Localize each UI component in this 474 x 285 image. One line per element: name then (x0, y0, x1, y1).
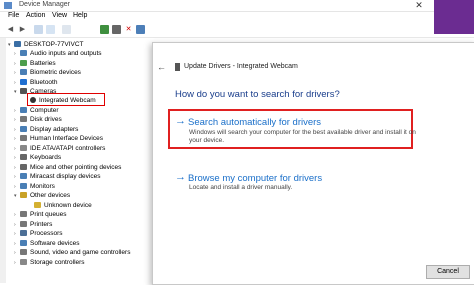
tree-item-label: IDE ATA/ATAPI controllers (30, 145, 106, 152)
tree-item-label: Printers (30, 221, 53, 228)
tree-item-label: Audio inputs and outputs (30, 50, 102, 57)
device-icon (175, 63, 180, 71)
dialog-title: Update Drivers - Integrated Webcam (184, 63, 298, 70)
hid-icon (20, 135, 27, 141)
tree-item-audio[interactable]: › Audio inputs and outputs (14, 49, 102, 59)
software-device-icon (20, 240, 27, 246)
menu-help[interactable]: Help (73, 12, 87, 19)
device-tree: ▾ DESKTOP-77VIVCT › Audio inputs and outpu… (0, 38, 160, 283)
print-queue-icon (20, 211, 27, 217)
miracast-icon (20, 173, 27, 179)
tree-item-label: Storage controllers (30, 259, 85, 266)
display-adapter-icon (20, 126, 27, 132)
back-arrow-icon[interactable]: ← (157, 62, 166, 72)
tree-item-keyboards[interactable]: › Keyboards (14, 153, 61, 163)
computer-icon (14, 41, 21, 47)
other-devices-icon (20, 192, 27, 198)
disk-icon (20, 116, 27, 122)
tree-item-label: Display adapters (30, 126, 79, 133)
warning-icon (34, 202, 41, 208)
window-title: Device Manager (19, 1, 70, 8)
tree-item-miracast[interactable]: › Miracast display devices (14, 172, 100, 182)
battery-icon (20, 60, 27, 66)
menu-file[interactable]: File (8, 12, 19, 19)
properties-icon[interactable] (34, 25, 43, 34)
tree-item-sound[interactable]: › Sound, video and game controllers (14, 248, 130, 258)
tree-item-label: Processors (30, 230, 63, 237)
camera-icon (20, 88, 27, 94)
tree-item-label: Keyboards (30, 154, 62, 161)
window-titlebar: Device Manager ✕ (0, 0, 474, 12)
tree-item-hid[interactable]: › Human Interface Devices (14, 134, 103, 144)
tree-root-label: DESKTOP-77VIVCT (24, 41, 84, 48)
menu-action[interactable]: Action (26, 12, 45, 19)
forward-icon[interactable]: ▶ (18, 25, 27, 34)
storage-icon (20, 259, 27, 265)
mouse-icon (20, 164, 27, 170)
browse-computer-description: Locate and install a driver manually. (189, 184, 293, 191)
tree-item-print-queues[interactable]: › Print queues (14, 210, 67, 220)
arrow-right-icon: → (175, 171, 186, 183)
disable-icon[interactable] (112, 25, 121, 34)
tree-item-biometric[interactable]: › Biometric devices (14, 68, 81, 78)
tree-item-label: Software devices (30, 240, 80, 247)
scan-icon[interactable] (136, 25, 145, 34)
tree-item-label: Biometric devices (30, 69, 81, 76)
tree-item-disk-drives[interactable]: › Disk drives (14, 115, 62, 125)
printer-icon (20, 221, 27, 227)
tree-item-label: Sound, video and game controllers (30, 249, 131, 256)
search-automatically-option[interactable]: Search automatically for drivers (188, 117, 321, 128)
biometric-icon (20, 69, 27, 75)
search-automatically-description: Windows will search your computer for th… (189, 129, 416, 144)
back-icon[interactable]: ◀ (6, 25, 15, 34)
tree-item-label: Batteries (30, 60, 56, 67)
tree-item-label: Disk drives (30, 116, 62, 123)
tree-item-label: Other devices (30, 192, 71, 199)
tree-item-other-devices[interactable]: ▾ Other devices (14, 191, 70, 201)
tree-item-label: Bluetooth (30, 79, 58, 86)
menu-view[interactable]: View (52, 12, 67, 19)
tree-item-label: Print queues (30, 211, 67, 218)
processor-icon (20, 230, 27, 236)
audio-icon (20, 50, 27, 56)
tree-item-label: Monitors (30, 183, 55, 190)
tree-item-label: Mice and other pointing devices (30, 164, 122, 171)
browse-computer-option[interactable]: Browse my computer for drivers (188, 173, 322, 184)
tree-item-label: Miracast display devices (30, 173, 101, 180)
tree-item-label: Computer (30, 107, 59, 114)
tree-item-storage[interactable]: › Storage controllers (14, 258, 85, 268)
tree-item-label: Unknown device (44, 202, 92, 209)
tree-item-processors[interactable]: › Processors (14, 229, 63, 239)
update-driver-icon[interactable] (100, 25, 109, 34)
help-icon[interactable] (46, 25, 55, 34)
monitor-icon[interactable] (62, 25, 71, 34)
sound-icon (20, 249, 27, 255)
close-icon[interactable]: ✕ (404, 0, 434, 11)
dialog-heading: How do you want to search for drivers? (175, 89, 340, 100)
cancel-button[interactable]: Cancel (426, 265, 470, 279)
device-manager-app-icon (4, 2, 12, 9)
uninstall-icon[interactable]: ✕ (124, 25, 133, 34)
tree-item-label: Human Interface Devices (30, 135, 103, 142)
ide-controller-icon (20, 145, 27, 151)
keyboard-icon (20, 154, 27, 160)
update-drivers-dialog: ← Update Drivers - Integrated Webcam How… (152, 42, 474, 285)
monitor-icon (20, 183, 27, 189)
computer-icon (20, 107, 27, 113)
bluetooth-icon (20, 79, 27, 85)
webcam-highlight-box (27, 93, 105, 106)
toolbar: ◀ ▶ ✕ (0, 23, 474, 38)
arrow-right-icon: → (175, 115, 186, 127)
